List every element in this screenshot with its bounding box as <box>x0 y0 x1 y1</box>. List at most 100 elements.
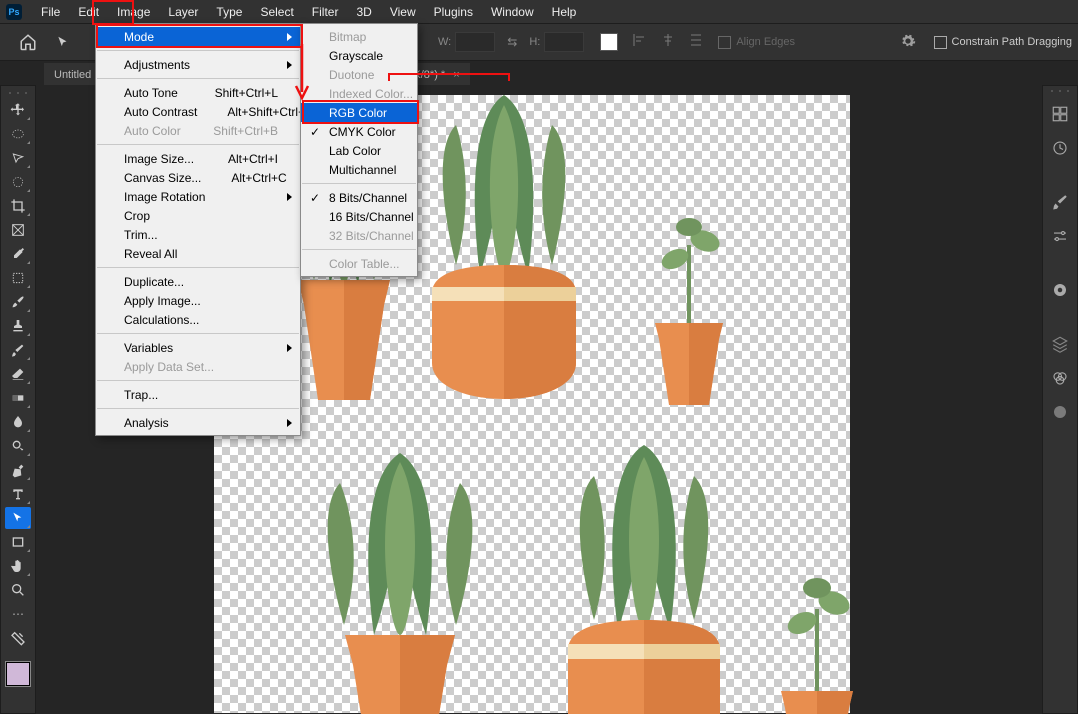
gradient-tool[interactable] <box>5 387 31 409</box>
menu-item-rgb-color[interactable]: RGB Color <box>301 103 417 122</box>
align-left-icon[interactable] <box>632 32 652 52</box>
marquee-tool[interactable] <box>5 123 31 145</box>
home-button[interactable] <box>14 28 42 56</box>
gear-icon[interactable] <box>900 33 916 52</box>
menu-item-image-size[interactable]: Image Size...Alt+Ctrl+I <box>96 149 300 168</box>
healing-tool[interactable] <box>5 267 31 289</box>
quick-select-tool[interactable] <box>5 171 31 193</box>
menu-item-duotone: Duotone <box>301 65 417 84</box>
menu-item-adjustments[interactable]: Adjustments <box>96 55 300 74</box>
distribute-icon[interactable] <box>688 32 708 52</box>
brush-tool[interactable] <box>5 291 31 313</box>
menu-file[interactable]: File <box>32 2 69 22</box>
adjustments-panel-icon[interactable] <box>1048 224 1072 248</box>
align-edges-checkbox[interactable]: Align Edges <box>718 36 795 49</box>
menu-item-bitmap: Bitmap <box>301 27 417 46</box>
menu-item-variables[interactable]: Variables <box>96 338 300 357</box>
menu-item-trim[interactable]: Trim... <box>96 225 300 244</box>
move-tool[interactable] <box>5 99 31 121</box>
eraser-tool[interactable] <box>5 363 31 385</box>
width-field[interactable]: W: <box>438 32 495 52</box>
stamp-tool[interactable] <box>5 315 31 337</box>
menu-item-cmyk-color[interactable]: ✓CMYK Color <box>301 122 417 141</box>
menu-item-32bit: 32 Bits/Channel <box>301 226 417 245</box>
dodge-tool[interactable] <box>5 435 31 457</box>
brushes-panel-icon[interactable] <box>1048 190 1072 214</box>
menu-3d[interactable]: 3D <box>347 2 380 22</box>
type-tool[interactable] <box>5 483 31 505</box>
menu-item-image-rotation[interactable]: Image Rotation <box>96 187 300 206</box>
canvas-artwork <box>409 95 599 415</box>
menu-plugins[interactable]: Plugins <box>425 2 482 22</box>
menu-item-multichannel[interactable]: Multichannel <box>301 160 417 179</box>
lasso-tool[interactable] <box>5 147 31 169</box>
menu-item-8bit[interactable]: ✓8 Bits/Channel <box>301 188 417 207</box>
align-center-icon[interactable] <box>660 32 680 52</box>
paths-panel-icon[interactable] <box>1048 400 1072 424</box>
menu-help[interactable]: Help <box>543 2 586 22</box>
channels-panel-icon[interactable] <box>1048 366 1072 390</box>
menu-item-auto-contrast[interactable]: Auto ContrastAlt+Shift+Ctrl+L <box>96 102 300 121</box>
menu-edit[interactable]: Edit <box>69 2 108 22</box>
menu-item-duplicate[interactable]: Duplicate... <box>96 272 300 291</box>
menu-select[interactable]: Select <box>251 2 302 22</box>
app-logo[interactable]: Ps <box>6 4 22 20</box>
menu-item-16bit[interactable]: 16 Bits/Channel <box>301 207 417 226</box>
pen-tool[interactable] <box>5 459 31 481</box>
eyedropper-tool[interactable] <box>5 243 31 265</box>
menu-type[interactable]: Type <box>207 2 251 22</box>
tab-close-icon[interactable]: × <box>453 69 459 81</box>
hand-tool[interactable] <box>5 555 31 577</box>
canvas-artwork <box>762 575 872 714</box>
blur-tool[interactable] <box>5 411 31 433</box>
more-tools[interactable]: ⋯ <box>5 603 31 625</box>
menu-item-mode[interactable]: Mode <box>96 27 300 46</box>
frame-tool[interactable] <box>5 219 31 241</box>
menu-item-color-table: Color Table... <box>301 254 417 273</box>
image-menu-dropdown: Mode Adjustments Auto ToneShift+Ctrl+L A… <box>95 23 301 436</box>
menubar: Ps File Edit Image Layer Type Select Fil… <box>0 0 1078 24</box>
mode-submenu: Bitmap Grayscale Duotone Indexed Color..… <box>300 23 418 277</box>
layers-panel-icon[interactable] <box>1048 332 1072 356</box>
color-panel-icon[interactable] <box>1048 102 1072 126</box>
menu-item-reveal-all[interactable]: Reveal All <box>96 244 300 263</box>
swatches-panel-icon[interactable] <box>1048 278 1072 302</box>
menu-item-calculations[interactable]: Calculations... <box>96 310 300 329</box>
zoom-tool[interactable] <box>5 579 31 601</box>
path-select-tool[interactable] <box>5 507 31 529</box>
history-panel-icon[interactable] <box>1048 136 1072 160</box>
menu-item-apply-image[interactable]: Apply Image... <box>96 291 300 310</box>
edit-toolbar[interactable] <box>5 627 31 649</box>
menu-filter[interactable]: Filter <box>303 2 348 22</box>
menu-item-auto-tone[interactable]: Auto ToneShift+Ctrl+L <box>96 83 300 102</box>
height-field[interactable]: H: <box>529 32 584 52</box>
menu-image[interactable]: Image <box>108 2 159 22</box>
panel-grip-icon[interactable] <box>4 90 32 96</box>
menu-item-crop[interactable]: Crop <box>96 206 300 225</box>
constrain-path-checkbox[interactable]: Constrain Path Dragging <box>934 36 1072 49</box>
tool-preset-picker[interactable] <box>50 29 76 55</box>
foreground-color[interactable] <box>6 662 30 686</box>
right-panel-dock <box>1042 85 1078 714</box>
checkmark-icon: ✓ <box>310 125 320 139</box>
canvas-artwork <box>544 445 744 714</box>
history-brush-tool[interactable] <box>5 339 31 361</box>
fill-swatch[interactable] <box>600 33 618 51</box>
menu-item-lab-color[interactable]: Lab Color <box>301 141 417 160</box>
menu-item-analysis[interactable]: Analysis <box>96 413 300 432</box>
crop-tool[interactable] <box>5 195 31 217</box>
checkmark-icon: ✓ <box>310 191 320 205</box>
menu-view[interactable]: View <box>381 2 425 22</box>
menu-item-grayscale[interactable]: Grayscale <box>301 46 417 65</box>
menu-item-indexed: Indexed Color... <box>301 84 417 103</box>
canvas-artwork <box>634 215 744 405</box>
menu-item-auto-color: Auto ColorShift+Ctrl+B <box>96 121 300 140</box>
menu-item-canvas-size[interactable]: Canvas Size...Alt+Ctrl+C <box>96 168 300 187</box>
tools-panel: ⋯ <box>0 85 36 714</box>
shape-tool[interactable] <box>5 531 31 553</box>
panel-grip-icon[interactable] <box>1046 88 1074 94</box>
menu-item-trap[interactable]: Trap... <box>96 385 300 404</box>
menu-layer[interactable]: Layer <box>159 2 207 22</box>
link-icon[interactable]: ⇆ <box>507 35 517 49</box>
menu-window[interactable]: Window <box>482 2 543 22</box>
